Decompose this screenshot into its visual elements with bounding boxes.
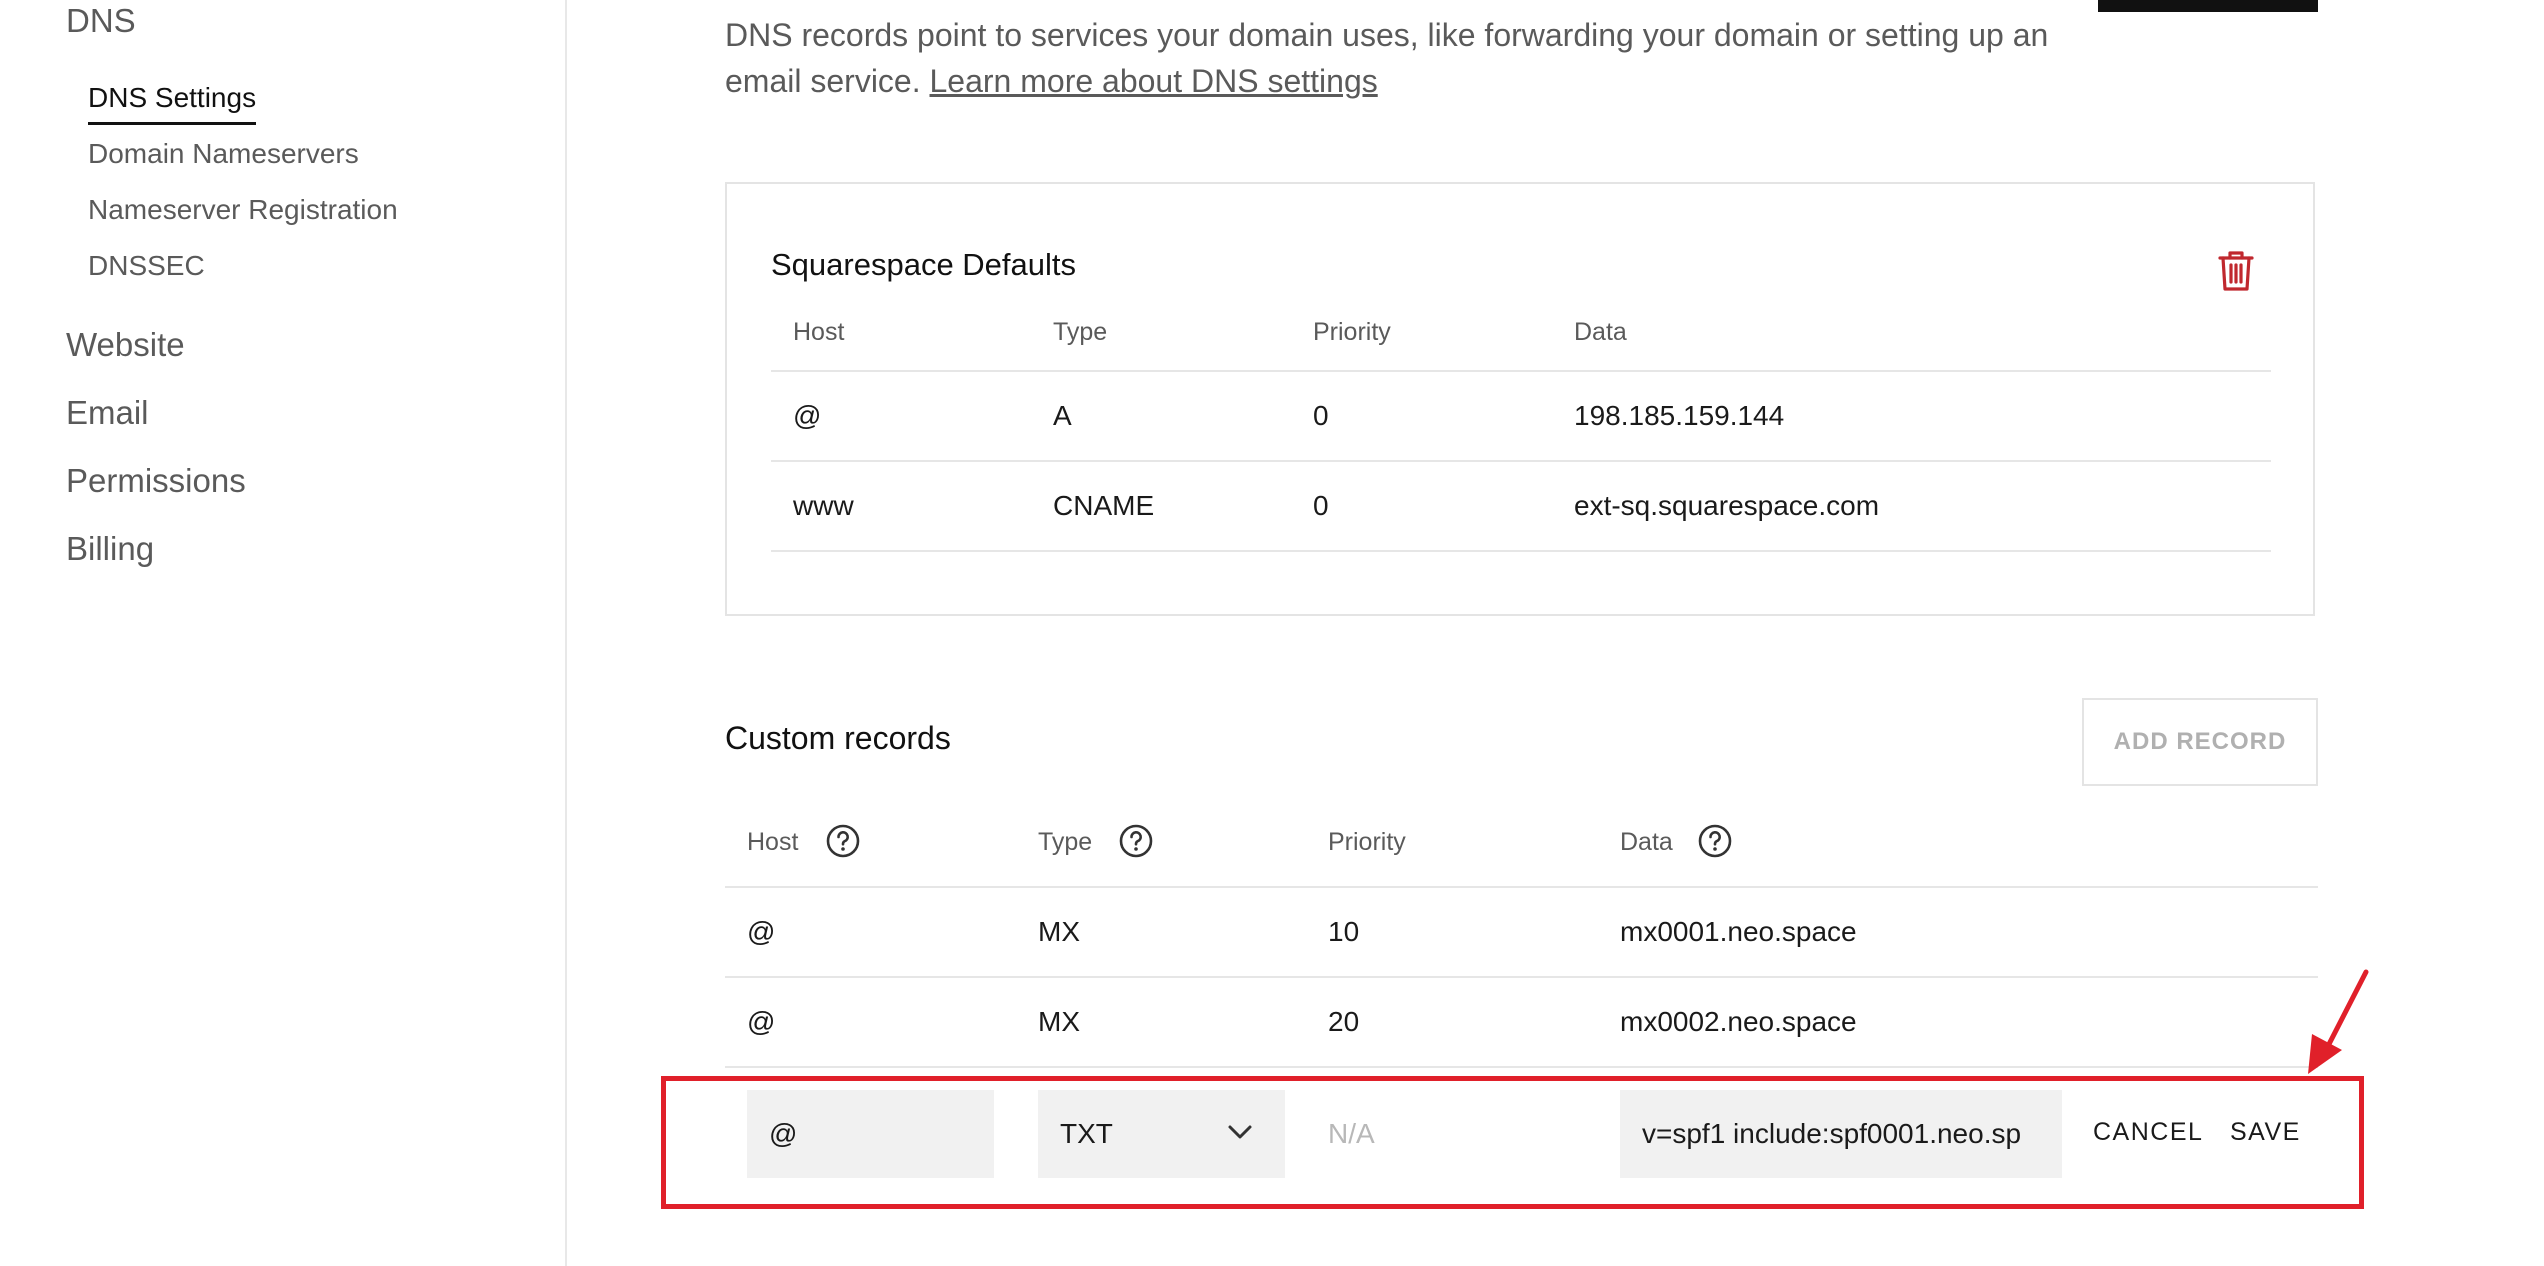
top-button-edge[interactable] <box>2098 0 2318 12</box>
sidebar-item-dnssec[interactable]: DNSSEC <box>88 250 205 282</box>
help-icon[interactable] <box>826 824 860 858</box>
sidebar-section-dns[interactable]: DNS <box>66 2 136 40</box>
custom-cell-host: @ <box>747 916 776 947</box>
sidebar: DNS DNS Settings Domain Nameservers Name… <box>0 0 567 1266</box>
trash-icon[interactable] <box>2218 250 2254 292</box>
divider <box>771 460 2271 462</box>
custom-header-data: Data <box>1620 828 1673 856</box>
defaults-cell-host: @ <box>793 400 822 431</box>
divider <box>771 370 2271 372</box>
custom-cell-host: @ <box>747 1006 776 1037</box>
defaults-header-type: Type <box>1053 318 1108 346</box>
divider <box>725 886 2318 888</box>
defaults-cell-type: CNAME <box>1053 490 1155 521</box>
custom-header-priority: Priority <box>1328 828 1406 856</box>
highlight-box <box>661 1076 2364 1209</box>
defaults-title: Squarespace Defaults <box>771 247 1077 282</box>
sidebar-section-email[interactable]: Email <box>66 394 149 432</box>
intro-text: DNS records point to services your domai… <box>725 12 2055 104</box>
add-record-button[interactable]: ADD RECORD <box>2082 698 2318 786</box>
defaults-header-data: Data <box>1574 318 1627 346</box>
custom-cell-type: MX <box>1038 1006 1080 1037</box>
help-icon[interactable] <box>1698 824 1732 858</box>
custom-cell-type: MX <box>1038 916 1080 947</box>
custom-header-host: Host <box>747 828 799 856</box>
sidebar-section-website[interactable]: Website <box>66 326 185 364</box>
sidebar-section-billing[interactable]: Billing <box>66 530 154 568</box>
sidebar-item-nameserver-registration[interactable]: Nameserver Registration <box>88 194 398 226</box>
custom-cell-data: mx0001.neo.space <box>1620 916 1857 947</box>
custom-header-type: Type <box>1038 828 1093 856</box>
defaults-cell-priority: 0 <box>1313 490 1329 521</box>
sidebar-section-permissions[interactable]: Permissions <box>66 462 246 500</box>
custom-cell-priority: 10 <box>1328 916 1360 947</box>
learn-more-link[interactable]: Learn more about DNS settings <box>930 63 1378 99</box>
defaults-cell-data: 198.185.159.144 <box>1574 400 1785 431</box>
divider <box>725 1066 2318 1068</box>
custom-records-title: Custom records <box>725 720 951 756</box>
divider <box>771 550 2271 552</box>
defaults-cell-type: A <box>1053 400 1072 431</box>
defaults-header-host: Host <box>793 318 845 346</box>
defaults-cell-host: www <box>793 490 854 521</box>
defaults-cell-data: ext-sq.squarespace.com <box>1574 490 1880 521</box>
arrow-icon <box>2308 969 2369 1074</box>
custom-cell-data: mx0002.neo.space <box>1620 1006 1857 1037</box>
divider <box>725 976 2318 978</box>
sidebar-item-dns-settings[interactable]: DNS Settings <box>88 82 257 125</box>
intro-description: DNS records point to services your domai… <box>725 17 2049 99</box>
defaults-header-priority: Priority <box>1313 318 1391 346</box>
help-icon[interactable] <box>1119 824 1153 858</box>
custom-cell-priority: 20 <box>1328 1006 1360 1037</box>
sidebar-item-domain-nameservers[interactable]: Domain Nameservers <box>88 138 359 170</box>
defaults-cell-priority: 0 <box>1313 400 1329 431</box>
